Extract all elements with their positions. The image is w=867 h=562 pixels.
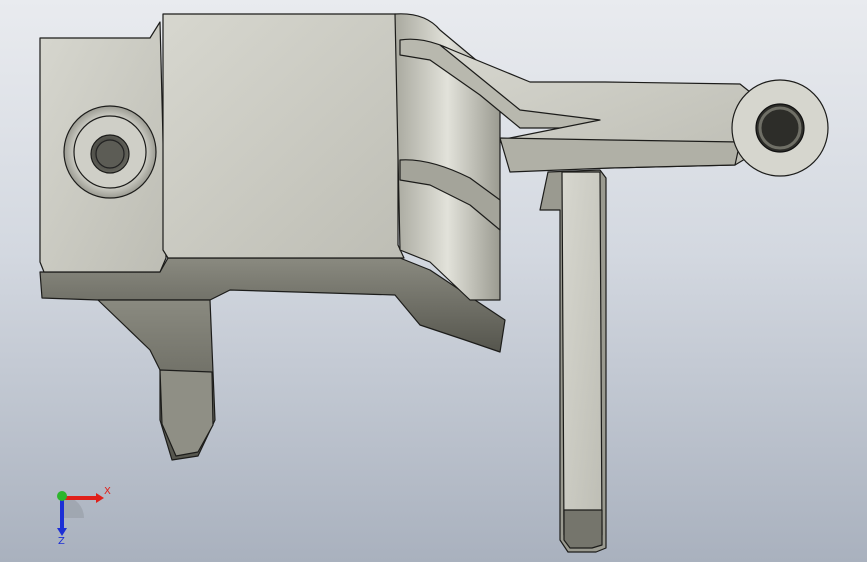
- bracket-part-model[interactable]: [0, 0, 867, 562]
- y-axis-dot: [57, 491, 67, 501]
- coordinate-triad: X Z: [44, 482, 114, 547]
- arm-rib: [499, 137, 741, 173]
- z-axis-label: Z: [58, 536, 65, 546]
- x-axis-arrow: [96, 493, 104, 503]
- z-axis-arrow: [57, 528, 67, 536]
- vertical-leg-face: [561, 171, 603, 546]
- ring-eye-bore: [755, 103, 805, 153]
- vertical-leg-foot: [563, 509, 603, 549]
- main-block: [162, 13, 419, 259]
- x-axis-label: X: [104, 486, 111, 497]
- graphics-viewport[interactable]: X Z: [0, 0, 867, 562]
